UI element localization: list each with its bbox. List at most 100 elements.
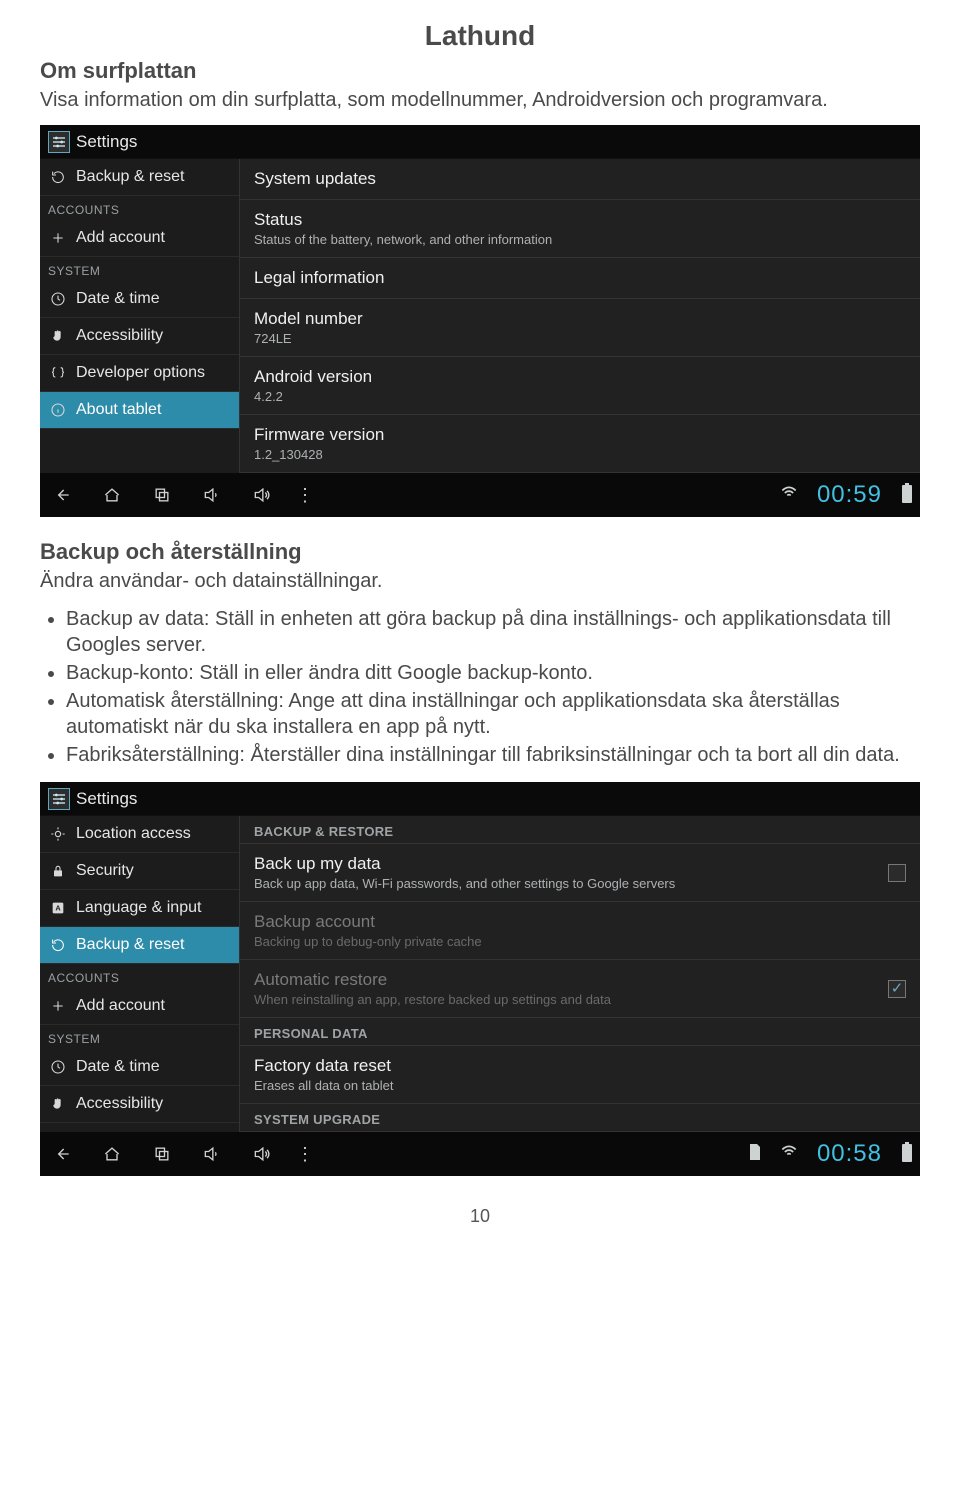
sidebar-label: Backup & reset <box>76 168 185 186</box>
topbar-title: Settings <box>76 789 137 809</box>
sec1-body: Visa information om din surfplatta, som … <box>40 88 920 113</box>
back-icon[interactable] <box>46 483 78 507</box>
main-factory-reset[interactable]: Factory data reset Erases all data on ta… <box>240 1046 920 1104</box>
sidebar-item-date-time[interactable]: Date & time <box>40 1049 239 1086</box>
sidebar-item-developer-options[interactable]: Developer options <box>40 355 239 392</box>
settings-sidebar: Backup & reset ACCOUNTS Add account SYST… <box>40 159 240 473</box>
doc-title: Lathund <box>40 20 920 52</box>
volume-down-icon[interactable] <box>196 483 228 507</box>
hand-icon <box>48 1096 68 1112</box>
sidebar-item-accessibility[interactable]: Accessibility <box>40 318 239 355</box>
checkbox-empty-icon[interactable] <box>888 864 906 882</box>
hand-icon <box>48 328 68 344</box>
sidebar-item-location-access[interactable]: Location access <box>40 816 239 853</box>
sidebar-label: Developer options <box>76 364 205 382</box>
sidebar-label: Accessibility <box>76 1095 163 1113</box>
volume-up-icon[interactable] <box>246 483 278 507</box>
sidebar-label: Date & time <box>76 1058 160 1076</box>
settings-main: System updates StatusStatus of the batte… <box>240 159 920 473</box>
sidebar-header-system: SYSTEM <box>40 1025 239 1049</box>
main-status[interactable]: StatusStatus of the battery, network, an… <box>240 200 920 258</box>
main-header-backup-restore: BACKUP & RESTORE <box>240 816 920 844</box>
main-automatic-restore: Automatic restore When reinstalling an a… <box>240 960 920 1018</box>
sidebar-item-accessibility[interactable]: Accessibility <box>40 1086 239 1123</box>
sidebar-header-accounts: ACCOUNTS <box>40 964 239 988</box>
sidebar-item-about-tablet[interactable]: About tablet <box>40 392 239 429</box>
navbar-clock: 00:58 <box>817 1140 882 1168</box>
battery-icon <box>900 1141 914 1168</box>
main-header-system-upgrade: SYSTEM UPGRADE <box>240 1104 920 1132</box>
sidebar-item-security[interactable]: Security <box>40 853 239 890</box>
target-icon <box>48 826 68 842</box>
sidebar-header-accounts: ACCOUNTS <box>40 196 239 220</box>
system-navbar: ⋮ 00:58 <box>40 1132 920 1176</box>
sliders-icon <box>48 131 70 153</box>
system-navbar: ⋮ 00:59 <box>40 473 920 517</box>
bullet-item: Fabriksåterställning: Återställer dina i… <box>66 742 920 768</box>
topbar-title: Settings <box>76 132 137 152</box>
home-icon[interactable] <box>96 483 128 507</box>
sidebar-label: About tablet <box>76 401 161 419</box>
sidebar-item-add-account[interactable]: Add account <box>40 988 239 1025</box>
sidebar-label: Security <box>76 862 134 880</box>
recent-apps-icon[interactable] <box>146 1142 178 1166</box>
settings-topbar: Settings <box>40 782 920 816</box>
sidebar-label: Accessibility <box>76 327 163 345</box>
plus-icon <box>48 998 68 1014</box>
sd-card-icon <box>747 1143 761 1166</box>
sidebar-item-language-input[interactable]: A Language & input <box>40 890 239 927</box>
screenshot-backup-reset: Settings Location access Security A Lang… <box>40 782 920 1176</box>
braces-icon <box>48 365 68 381</box>
sidebar-label: Add account <box>76 997 165 1015</box>
sec2-heading: Backup och återställning <box>40 539 920 565</box>
sidebar-label: Location access <box>76 825 191 843</box>
lock-icon <box>48 863 68 879</box>
sidebar-item-backup-reset[interactable]: Backup & reset <box>40 927 239 964</box>
clock-icon <box>48 291 68 307</box>
sidebar-item-add-account[interactable]: Add account <box>40 220 239 257</box>
clock-icon <box>48 1059 68 1075</box>
main-model-number[interactable]: Model number724LE <box>240 299 920 357</box>
main-legal-info[interactable]: Legal information <box>240 258 920 299</box>
menu-dots-icon[interactable]: ⋮ <box>296 485 314 506</box>
navbar-clock: 00:59 <box>817 481 882 509</box>
info-icon <box>48 402 68 418</box>
page-number: 10 <box>40 1206 920 1227</box>
sidebar-item-date-time[interactable]: Date & time <box>40 281 239 318</box>
battery-icon <box>900 482 914 509</box>
main-back-up-my-data[interactable]: Back up my data Back up app data, Wi-Fi … <box>240 844 920 902</box>
bullet-list: Backup av data: Ställ in enheten att gör… <box>66 606 920 768</box>
bullet-item: Automatisk återställning: Ange att dina … <box>66 688 920 740</box>
sidebar-label: Language & input <box>76 899 201 917</box>
menu-dots-icon[interactable]: ⋮ <box>296 1144 314 1165</box>
screenshot-about-tablet: Settings Backup & reset ACCOUNTS Add acc… <box>40 125 920 517</box>
settings-main: BACKUP & RESTORE Back up my data Back up… <box>240 816 920 1132</box>
sidebar-label: Add account <box>76 229 165 247</box>
main-firmware-version[interactable]: Firmware version1.2_130428 <box>240 415 920 473</box>
language-icon: A <box>48 900 68 916</box>
refresh-icon <box>48 169 68 185</box>
sidebar-header-system: SYSTEM <box>40 257 239 281</box>
main-android-version[interactable]: Android version4.2.2 <box>240 357 920 415</box>
sidebar-label: Backup & reset <box>76 936 185 954</box>
wifi-icon <box>779 483 799 508</box>
sidebar-item-backup-reset[interactable]: Backup & reset <box>40 159 239 196</box>
checkbox-checked-icon <box>888 980 906 998</box>
main-header-personal-data: PERSONAL DATA <box>240 1018 920 1046</box>
volume-up-icon[interactable] <box>246 1142 278 1166</box>
settings-sidebar: Location access Security A Language & in… <box>40 816 240 1132</box>
main-backup-account: Backup account Backing up to debug-only … <box>240 902 920 960</box>
bullet-item: Backup av data: Ställ in enheten att gör… <box>66 606 920 658</box>
sec1-heading: Om surfplattan <box>40 58 920 84</box>
bullet-item: Backup-konto: Ställ in eller ändra ditt … <box>66 660 920 686</box>
svg-text:A: A <box>55 904 61 913</box>
recent-apps-icon[interactable] <box>146 483 178 507</box>
sec2-body: Ändra användar- och datainställningar. <box>40 569 920 594</box>
home-icon[interactable] <box>96 1142 128 1166</box>
volume-down-icon[interactable] <box>196 1142 228 1166</box>
plus-icon <box>48 230 68 246</box>
main-system-updates[interactable]: System updates <box>240 159 920 200</box>
wifi-icon <box>779 1142 799 1167</box>
settings-topbar: Settings <box>40 125 920 159</box>
back-icon[interactable] <box>46 1142 78 1166</box>
